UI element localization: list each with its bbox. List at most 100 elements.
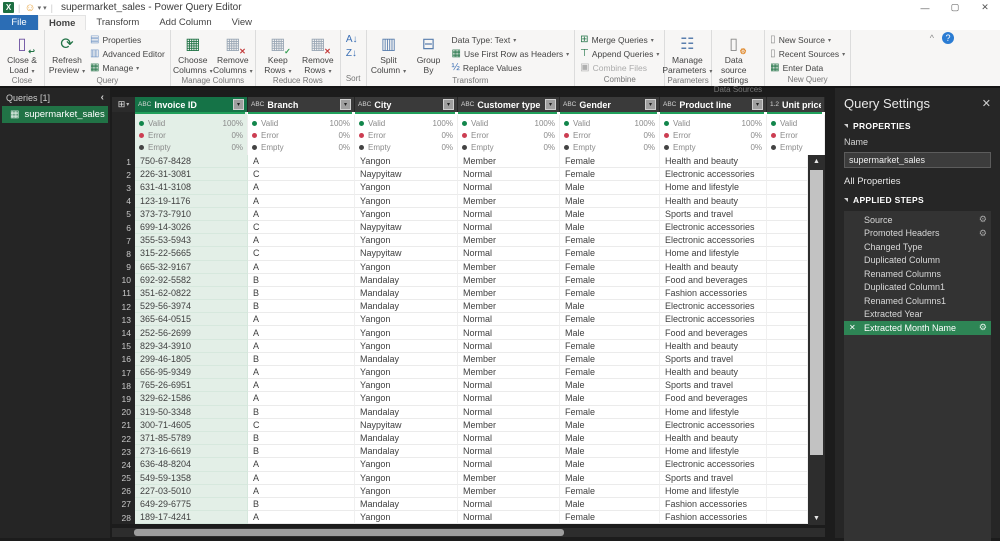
cell-gender[interactable]: Male [560, 300, 660, 314]
cell-gender[interactable]: Male [560, 418, 660, 432]
cell-city[interactable]: Yangon [355, 484, 458, 498]
cell-branch[interactable]: C [248, 220, 355, 235]
cell-customer-type[interactable]: Normal [458, 445, 560, 459]
cell-city[interactable]: Naypyitaw [355, 168, 458, 182]
cell-customer-type[interactable]: Member [458, 286, 560, 301]
data-source-settings-button[interactable]: ▯ ⚙ Data source settings [714, 31, 754, 85]
cell-gender[interactable]: Male [560, 392, 660, 406]
cell-customer-type[interactable]: Normal [458, 220, 560, 235]
cell-invoice-id[interactable]: 351-62-0822 [135, 286, 248, 301]
cell-invoice-id[interactable]: 189-17-4241 [135, 511, 248, 525]
cell-product-line[interactable]: Food and beverages [660, 392, 767, 406]
step-settings-gear-icon[interactable]: ⚙ [979, 228, 987, 239]
applied-step-source[interactable]: Source ⚙ [844, 213, 991, 227]
cell-customer-type[interactable]: Normal [458, 326, 560, 340]
cell-invoice-id[interactable]: 355-53-5943 [135, 234, 248, 248]
applied-step-changed-type[interactable]: Changed Type [844, 240, 991, 254]
cell-city[interactable]: Mandalay [355, 431, 458, 446]
properties-button[interactable]: ▤ Properties [87, 33, 168, 47]
cell-branch[interactable]: A [248, 471, 355, 485]
cell-product-line[interactable]: Home and lifestyle [660, 181, 767, 195]
cell-customer-type[interactable]: Member [458, 260, 560, 274]
cell-product-line[interactable]: Electronic accessories [660, 220, 767, 235]
cell-invoice-id[interactable]: 829-34-3910 [135, 339, 248, 353]
cell-unit-price[interactable] [767, 511, 808, 525]
cell-invoice-id[interactable]: 529-56-3974 [135, 300, 248, 314]
cell-gender[interactable]: Female [560, 484, 660, 498]
cell-branch[interactable]: A [248, 392, 355, 406]
cell-invoice-id[interactable]: 300-71-4605 [135, 418, 248, 432]
cell-product-line[interactable]: Home and lifestyle [660, 247, 767, 261]
cell-unit-price[interactable] [767, 445, 808, 459]
minimize-button[interactable]: — [910, 0, 940, 15]
cell-branch[interactable]: A [248, 181, 355, 195]
cell-unit-price[interactable] [767, 392, 808, 406]
cell-product-line[interactable]: Health and beauty [660, 366, 767, 380]
cell-gender[interactable]: Male [560, 181, 660, 195]
cell-gender[interactable]: Male [560, 497, 660, 512]
tab-add-column[interactable]: Add Column [149, 15, 221, 30]
cell-customer-type[interactable]: Member [458, 300, 560, 314]
cell-customer-type[interactable]: Member [458, 366, 560, 380]
cell-city[interactable]: Naypyitaw [355, 418, 458, 432]
cell-city[interactable]: Yangon [355, 313, 458, 327]
cell-invoice-id[interactable]: 315-22-5665 [135, 247, 248, 261]
cell-unit-price[interactable] [767, 418, 808, 432]
cell-customer-type[interactable]: Member [458, 352, 560, 366]
cell-invoice-id[interactable]: 631-41-3108 [135, 181, 248, 195]
applied-step-duplicated-column1[interactable]: Duplicated Column1 [844, 281, 991, 295]
cell-branch[interactable]: A [248, 234, 355, 248]
cell-branch[interactable]: B [248, 497, 355, 512]
split-column-button[interactable]: ▥ Split Column ▾ [369, 31, 409, 76]
cell-branch[interactable]: B [248, 300, 355, 314]
cell-unit-price[interactable] [767, 286, 808, 301]
column-header-gender[interactable]: ABC Gender ▾ [560, 97, 660, 112]
cell-branch[interactable]: A [248, 194, 355, 208]
cell-gender[interactable]: Male [560, 458, 660, 472]
applied-step-renamed-columns[interactable]: Renamed Columns [844, 267, 991, 281]
cell-customer-type[interactable]: Normal [458, 181, 560, 195]
cell-product-line[interactable]: Health and beauty [660, 260, 767, 274]
cell-city[interactable]: Yangon [355, 234, 458, 248]
cell-customer-type[interactable]: Normal [458, 431, 560, 446]
choose-columns-button[interactable]: ▦ Choose Columns ▾ [173, 31, 213, 76]
cell-city[interactable]: Naypyitaw [355, 220, 458, 235]
cell-unit-price[interactable] [767, 207, 808, 221]
replace-values-button[interactable]: ½ Replace Values [449, 61, 573, 75]
cell-invoice-id[interactable]: 699-14-3026 [135, 220, 248, 235]
cell-gender[interactable]: Female [560, 286, 660, 301]
cell-gender[interactable]: Female [560, 339, 660, 353]
cell-gender[interactable]: Female [560, 247, 660, 261]
cell-product-line[interactable]: Fashion accessories [660, 511, 767, 525]
cell-gender[interactable]: Female [560, 511, 660, 525]
applied-step-promoted-headers[interactable]: Promoted Headers ⚙ [844, 227, 991, 241]
cell-unit-price[interactable] [767, 168, 808, 182]
cell-branch[interactable]: A [248, 511, 355, 525]
cell-invoice-id[interactable]: 750-67-8428 [135, 155, 248, 169]
cell-invoice-id[interactable]: 227-03-5010 [135, 484, 248, 498]
cell-gender[interactable]: Male [560, 445, 660, 459]
cell-product-line[interactable]: Electronic accessories [660, 234, 767, 248]
cell-unit-price[interactable] [767, 300, 808, 314]
group-by-button[interactable]: ⊟ Group By [409, 31, 449, 76]
recent-sources-button[interactable]: ▯ Recent Sources ▾ [767, 47, 848, 61]
close-settings-icon[interactable]: ✕ [982, 97, 991, 110]
filter-dropdown-icon[interactable]: ▾ [645, 99, 656, 110]
sort-ascending-button[interactable]: A↓ [343, 33, 364, 47]
scroll-down-icon[interactable]: ▼ [808, 512, 825, 525]
query-name-input[interactable] [844, 152, 991, 168]
use-first-row-as-headers-button[interactable]: ▦ Use First Row as Headers ▾ [449, 47, 573, 61]
cell-invoice-id[interactable]: 319-50-3348 [135, 405, 248, 419]
cell-unit-price[interactable] [767, 471, 808, 485]
close-and-load-button[interactable]: ▯ ↩ Close & Load ▾ [2, 31, 42, 76]
cell-unit-price[interactable] [767, 234, 808, 248]
cell-unit-price[interactable] [767, 405, 808, 419]
cell-city[interactable]: Yangon [355, 511, 458, 525]
cell-unit-price[interactable] [767, 366, 808, 380]
cell-product-line[interactable]: Sports and travel [660, 207, 767, 221]
cell-invoice-id[interactable]: 252-56-2699 [135, 326, 248, 340]
horizontal-scrollbar-thumb[interactable] [134, 529, 564, 536]
scroll-up-icon[interactable]: ▲ [808, 155, 825, 168]
vertical-scrollbar-thumb[interactable] [810, 170, 823, 455]
cell-gender[interactable]: Female [560, 273, 660, 287]
